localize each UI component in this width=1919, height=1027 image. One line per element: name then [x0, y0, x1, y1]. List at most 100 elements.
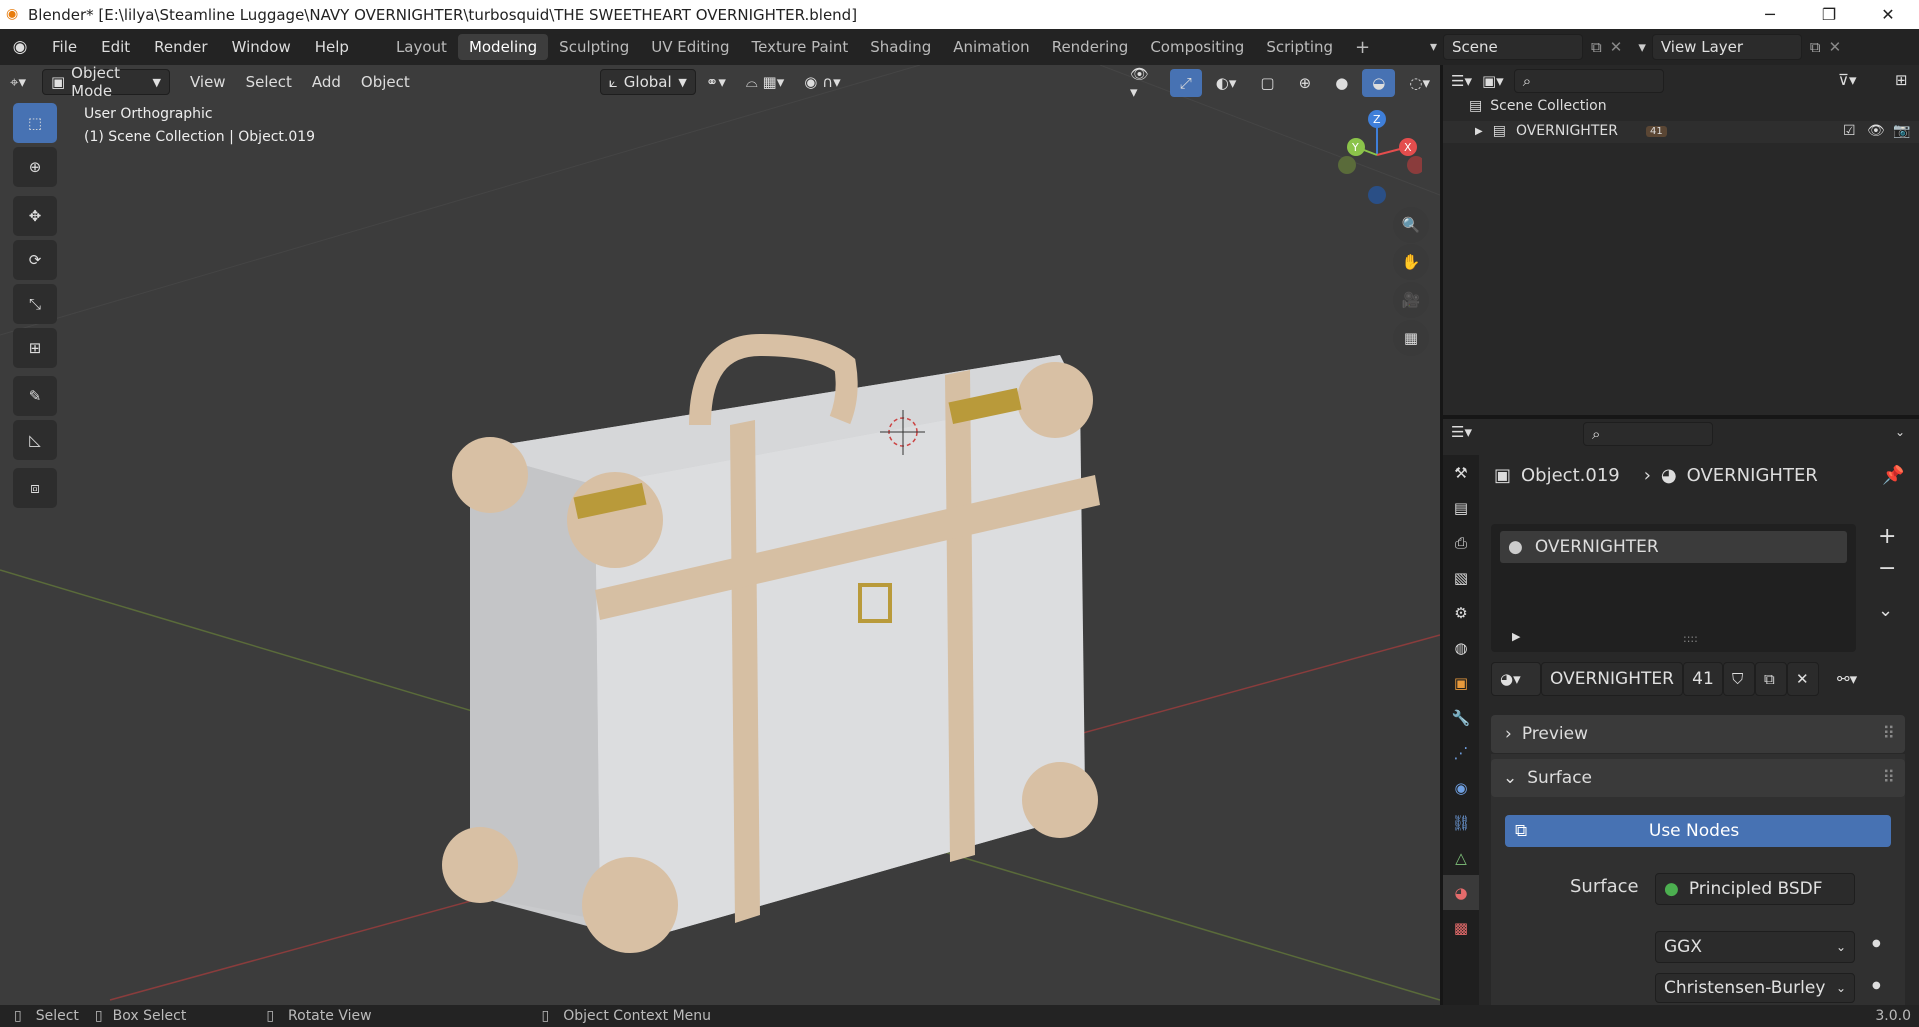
visibility-icon[interactable]: 👁▾	[1120, 65, 1166, 101]
scene-collection-row[interactable]: ▤ Scene Collection	[1469, 98, 1607, 114]
panel-options-chevron-icon[interactable]: ⌄	[1895, 425, 1905, 439]
move-tool[interactable]: ✥	[13, 196, 57, 236]
menu-file[interactable]: File	[40, 38, 89, 56]
tab-shading[interactable]: Shading	[859, 34, 942, 60]
transform-tool[interactable]: ⊞	[13, 328, 57, 368]
tab-layout[interactable]: Layout	[385, 34, 458, 60]
view-layer-tab[interactable]: ▧	[1443, 560, 1479, 595]
menu-select[interactable]: Select	[236, 68, 302, 96]
mode-dropdown[interactable]: ▣ Object Mode ▼	[41, 64, 170, 100]
object-tab[interactable]: ▣	[1443, 665, 1479, 700]
scene-field[interactable]: Scene	[1443, 34, 1584, 60]
camera-render-icon[interactable]: 📷	[1893, 123, 1910, 139]
editor-type-icon[interactable]: ⌖▾	[0, 68, 36, 96]
maximize-button[interactable]: ❐	[1800, 0, 1858, 29]
outliner-editor-icon[interactable]: ☰▾	[1451, 72, 1472, 90]
add-cube-tool[interactable]: ⧈	[13, 468, 57, 508]
wireframe-shading-icon[interactable]: ⊕	[1289, 69, 1322, 97]
filter-icon[interactable]: ⊽▾	[1838, 71, 1857, 89]
eye-icon[interactable]: 👁	[1867, 123, 1885, 139]
modifier-tab[interactable]: 🔧	[1443, 700, 1479, 735]
material-name-field[interactable]: OVERNIGHTER	[1541, 662, 1683, 696]
close-button[interactable]: ✕	[1859, 0, 1917, 29]
3d-viewport[interactable]	[0, 65, 1440, 1005]
tab-sculpting[interactable]: Sculpting	[548, 34, 640, 60]
material-slot-item[interactable]: ● OVERNIGHTER	[1500, 531, 1847, 563]
view-layer-field[interactable]: View Layer	[1651, 34, 1802, 60]
new-collection-icon[interactable]: ⊞	[1895, 71, 1908, 89]
scene-tab[interactable]: ⚙	[1443, 595, 1479, 630]
menu-object[interactable]: Object	[351, 68, 420, 96]
unlink-material-button[interactable]: ✕	[1787, 662, 1819, 696]
new-view-layer-icon[interactable]: ⧉	[1810, 38, 1821, 56]
tab-compositing[interactable]: Compositing	[1139, 34, 1255, 60]
orientation-dropdown[interactable]: ⟀ Global ▼	[599, 69, 696, 95]
menu-add[interactable]: Add	[302, 68, 351, 96]
socket-dot-icon[interactable]: ●	[1872, 938, 1881, 949]
pan-button[interactable]: ✋	[1393, 244, 1429, 280]
duplicate-material-button[interactable]: ⧉	[1755, 662, 1787, 696]
properties-search-input[interactable]: ⌕	[1583, 422, 1713, 446]
display-mode-icon[interactable]: ▣▾	[1482, 72, 1504, 90]
material-tab[interactable]: ◕	[1443, 875, 1479, 910]
tab-uv-editing[interactable]: UV Editing	[640, 34, 740, 60]
rotate-tool[interactable]: ⟳	[13, 240, 57, 280]
snap-icon[interactable]: ⌓ ▦▾	[736, 68, 794, 96]
minimize-button[interactable]: ─	[1741, 0, 1799, 29]
camera-view-button[interactable]: 🎥	[1393, 282, 1429, 318]
resize-handle-icon[interactable]: ::::	[1683, 632, 1698, 645]
menu-edit[interactable]: Edit	[89, 38, 142, 56]
measure-tool[interactable]: ◺	[13, 420, 57, 460]
outliner-item-overnighter[interactable]: ▶ ▤ OVERNIGHTER 41	[1475, 123, 1667, 139]
select-box-tool[interactable]: ⬚	[13, 103, 57, 143]
zoom-button[interactable]: 🔍	[1393, 207, 1429, 243]
menu-window[interactable]: Window	[220, 38, 303, 56]
remove-view-layer-icon[interactable]: ✕	[1829, 38, 1842, 56]
pin-icon[interactable]: 📌	[1882, 465, 1904, 486]
tab-scripting[interactable]: Scripting	[1255, 34, 1344, 60]
world-tab[interactable]: ◍	[1443, 630, 1479, 665]
proportional-edit-icon[interactable]: ◉ ∩▾	[794, 68, 850, 96]
slot-menu-button[interactable]: ⌄	[1878, 600, 1893, 621]
fake-user-button[interactable]: ⛉	[1723, 662, 1755, 696]
add-slot-button[interactable]: +	[1878, 524, 1896, 549]
tab-texture-paint[interactable]: Texture Paint	[740, 34, 859, 60]
texture-tab[interactable]: ▩	[1443, 910, 1479, 945]
remove-scene-icon[interactable]: ✕	[1610, 38, 1623, 56]
add-workspace-button[interactable]: +	[1344, 33, 1381, 62]
exclude-checkbox[interactable]: ☑	[1843, 123, 1856, 139]
subsurface-method-dropdown[interactable]: Christensen-Burley ⌄	[1655, 973, 1855, 1003]
cursor-tool[interactable]: ⊕	[13, 147, 57, 187]
drag-handle-icon[interactable]: ⠿	[1883, 724, 1895, 744]
overlay-icon[interactable]: ◐▾	[1206, 69, 1247, 97]
expand-arrow-icon[interactable]: ▶	[1475, 126, 1483, 137]
tab-animation[interactable]: Animation	[942, 34, 1040, 60]
menu-render[interactable]: Render	[142, 38, 219, 56]
scale-tool[interactable]: ⤡	[13, 284, 57, 324]
blender-menu-icon[interactable]: ◉	[0, 37, 40, 57]
view-layer-icon[interactable]: ▾	[1638, 38, 1646, 56]
tab-rendering[interactable]: Rendering	[1041, 34, 1140, 60]
rendered-shading-icon[interactable]: ◌▾	[1399, 69, 1440, 97]
browse-material-button[interactable]: ◕▾	[1491, 662, 1541, 696]
gizmo-toggle-icon[interactable]: ⤢	[1169, 69, 1202, 97]
distribution-dropdown[interactable]: GGX ⌄	[1655, 931, 1855, 963]
particles-tab[interactable]: ⋰	[1443, 735, 1479, 770]
tool-tab[interactable]: ⚒	[1443, 455, 1479, 490]
solid-shading-icon[interactable]: ●	[1325, 69, 1358, 97]
pivot-icon[interactable]: ⚭▾	[696, 68, 736, 96]
physics-tab[interactable]: ◉	[1443, 770, 1479, 805]
data-tab[interactable]: △	[1443, 840, 1479, 875]
use-nodes-button[interactable]: ⧉ Use Nodes	[1505, 815, 1891, 847]
material-shading-icon[interactable]: ◒	[1362, 69, 1396, 97]
constraints-tab[interactable]: ⛓	[1443, 805, 1479, 840]
node-link-icon[interactable]: ⚯▾	[1837, 670, 1857, 688]
tab-modeling[interactable]: Modeling	[457, 34, 549, 60]
perspective-toggle-button[interactable]: ▦	[1393, 320, 1429, 356]
menu-help[interactable]: Help	[303, 38, 361, 56]
outliner-search-input[interactable]: ⌕	[1513, 69, 1664, 93]
user-count[interactable]: 41	[1683, 662, 1723, 696]
surface-panel-header[interactable]: ⌄ Surface ⠿	[1491, 759, 1905, 797]
xray-icon[interactable]: ▢	[1250, 69, 1284, 97]
preview-panel-header[interactable]: › Preview ⠿	[1491, 715, 1905, 753]
